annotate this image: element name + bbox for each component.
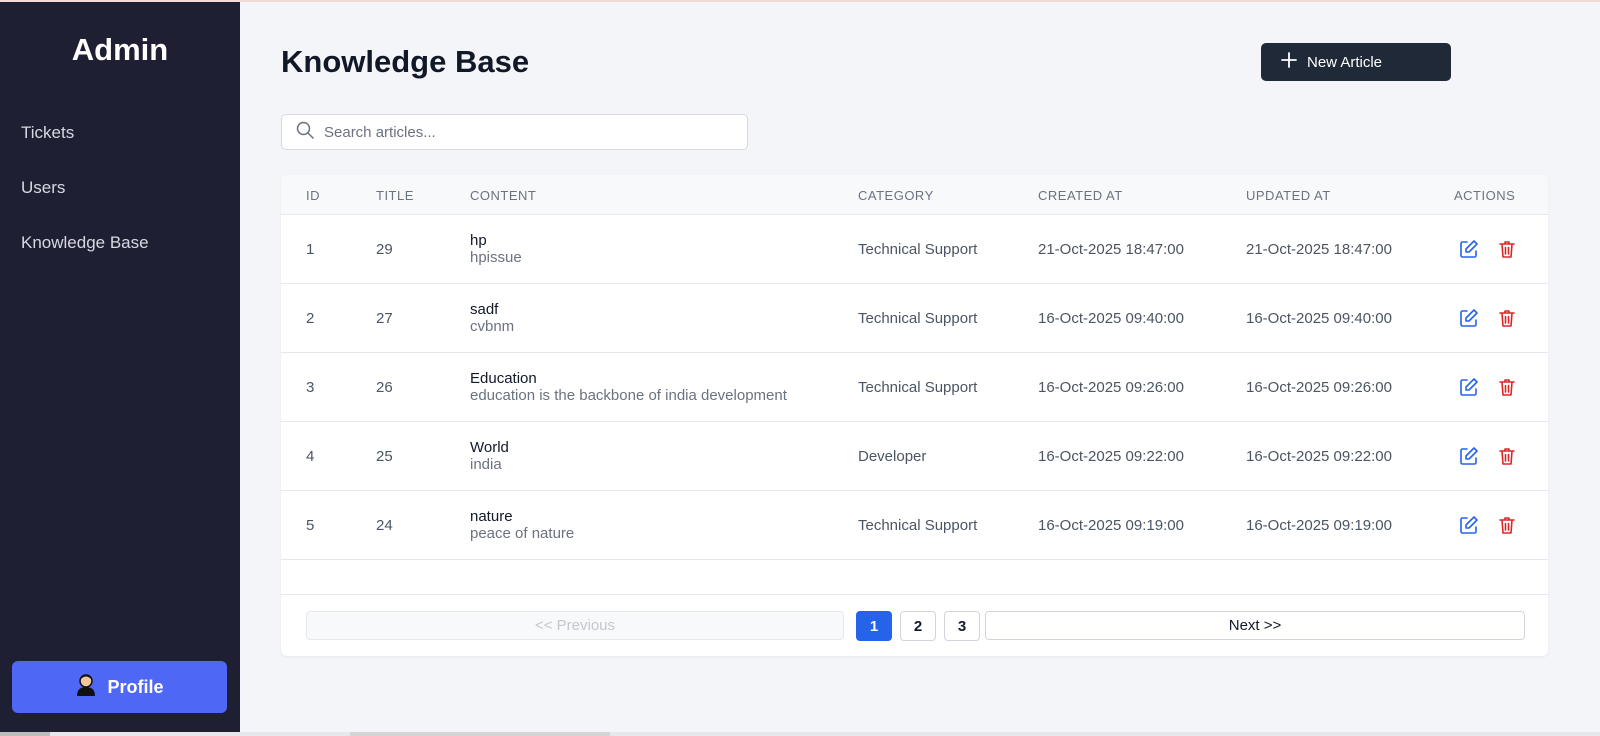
cell-category: Technical Support: [858, 379, 978, 396]
cell-content-body: hpissue: [470, 249, 522, 266]
cell-id: 4: [306, 448, 315, 465]
sidebar-item-tickets[interactable]: Tickets: [21, 123, 74, 143]
sidebar: Admin Tickets Users Knowledge Base Profi…: [0, 2, 240, 736]
cell-title: 27: [376, 310, 393, 327]
cell-id: 3: [306, 379, 315, 396]
cell-id: 5: [306, 517, 315, 534]
cell-title: 29: [376, 241, 393, 258]
page-button-1[interactable]: 1: [856, 611, 892, 641]
cell-created-at: 16-Oct-2025 09:40:00: [1038, 310, 1184, 327]
table-row: 5 24 nature peace of nature Technical Su…: [281, 491, 1548, 560]
search-box: [281, 114, 748, 150]
cell-title: 26: [376, 379, 393, 396]
search-icon: [296, 121, 314, 144]
col-id: ID: [306, 188, 320, 203]
plus-icon: [1281, 52, 1297, 72]
profile-button[interactable]: Profile: [12, 661, 227, 713]
col-content: CONTENT: [470, 188, 537, 203]
table-row: 2 27 sadf cvbnm Technical Support 16-Oct…: [281, 284, 1548, 353]
edit-icon[interactable]: [1459, 308, 1479, 328]
trash-icon[interactable]: [1497, 308, 1517, 328]
scrollbar-track-segment: [350, 732, 610, 736]
trash-icon[interactable]: [1497, 446, 1517, 466]
scrollbar-thumb[interactable]: [0, 732, 50, 736]
edit-icon[interactable]: [1459, 515, 1479, 535]
col-created-at: CREATED AT: [1038, 188, 1123, 203]
trash-icon[interactable]: [1497, 239, 1517, 259]
table-header: ID TITLE CONTENT CATEGORY CREATED AT UPD…: [281, 175, 1548, 215]
col-category: CATEGORY: [858, 188, 934, 203]
cell-updated-at: 16-Oct-2025 09:40:00: [1246, 310, 1392, 327]
edit-icon[interactable]: [1459, 377, 1479, 397]
cell-category: Technical Support: [858, 241, 978, 258]
cell-updated-at: 16-Oct-2025 09:19:00: [1246, 517, 1392, 534]
cell-updated-at: 21-Oct-2025 18:47:00: [1246, 241, 1392, 258]
new-article-label: New Article: [1307, 53, 1383, 71]
search-input[interactable]: [324, 123, 724, 141]
table-row: 4 25 World india Developer 16-Oct-2025 0…: [281, 422, 1548, 491]
pagination: << Previous 1 2 3 Next >>: [281, 594, 1548, 656]
horizontal-scrollbar[interactable]: [0, 732, 1600, 736]
cell-title: 24: [376, 517, 393, 534]
cell-category: Technical Support: [858, 517, 978, 534]
next-page-button[interactable]: Next >>: [985, 611, 1525, 640]
cell-created-at: 16-Oct-2025 09:19:00: [1038, 517, 1184, 534]
trash-icon[interactable]: [1497, 377, 1517, 397]
profile-label: Profile: [107, 676, 164, 697]
cell-content-body: peace of nature: [470, 525, 575, 542]
page-button-2[interactable]: 2: [900, 611, 936, 641]
cell-updated-at: 16-Oct-2025 09:26:00: [1246, 379, 1392, 396]
brand-title: Admin: [71, 32, 169, 67]
sidebar-item-users[interactable]: Users: [21, 178, 65, 198]
cell-content-body: india: [470, 456, 502, 473]
sidebar-item-knowledge-base[interactable]: Knowledge Base: [21, 233, 149, 253]
table-row: 3 26 Education education is the backbone…: [281, 353, 1548, 422]
previous-page-button[interactable]: << Previous: [306, 611, 844, 640]
cell-category: Technical Support: [858, 310, 978, 327]
cell-id: 1: [306, 241, 315, 258]
page-button-3[interactable]: 3: [944, 611, 980, 641]
table-row: 1 29 hp hpissue Technical Support 21-Oct…: [281, 215, 1548, 284]
cell-content-title: hp: [470, 232, 487, 249]
cell-updated-at: 16-Oct-2025 09:22:00: [1246, 448, 1392, 465]
edit-icon[interactable]: [1459, 446, 1479, 466]
edit-icon[interactable]: [1459, 239, 1479, 259]
cell-content-title: World: [470, 439, 509, 456]
cell-content-title: Education: [470, 370, 537, 387]
page-title: Knowledge Base: [281, 44, 530, 79]
cell-content-body: cvbnm: [470, 318, 515, 335]
cell-title: 25: [376, 448, 393, 465]
articles-table: ID TITLE CONTENT CATEGORY CREATED AT UPD…: [281, 175, 1548, 656]
cell-content-title: nature: [470, 508, 513, 525]
cell-id: 2: [306, 310, 315, 327]
col-actions: ACTIONS: [1454, 188, 1516, 203]
col-updated-at: UPDATED AT: [1246, 188, 1331, 203]
new-article-button[interactable]: New Article: [1261, 43, 1451, 81]
cell-category: Developer: [858, 448, 927, 465]
col-title: TITLE: [376, 188, 414, 203]
cell-created-at: 16-Oct-2025 09:26:00: [1038, 379, 1184, 396]
main-content: Knowledge Base New Article ID TITLE CONT…: [240, 2, 1600, 736]
user-avatar-icon: [75, 673, 97, 702]
cell-content-title: sadf: [470, 301, 499, 318]
cell-created-at: 16-Oct-2025 09:22:00: [1038, 448, 1184, 465]
cell-created-at: 21-Oct-2025 18:47:00: [1038, 241, 1184, 258]
trash-icon[interactable]: [1497, 515, 1517, 535]
cell-content-body: education is the backbone of india devel…: [470, 387, 787, 404]
